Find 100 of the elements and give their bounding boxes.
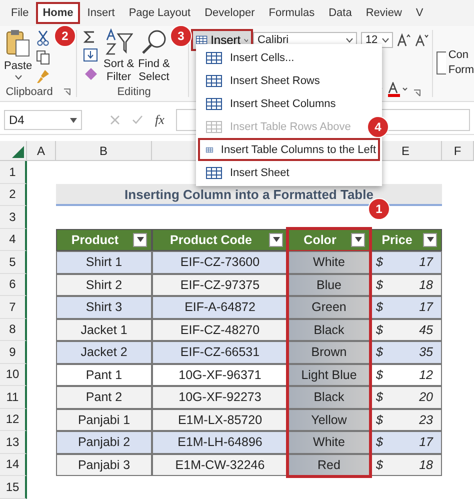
caret-icon[interactable] [346,38,354,42]
table-cell: E1M-LH-64896 [152,431,288,454]
paste-label[interactable]: Paste [4,60,32,73]
row-header[interactable]: 9 [0,341,27,364]
table-cell: E1M-LX-85720 [152,408,288,431]
table-cell: 10G-XF-92273 [152,386,288,408]
scissors-icon[interactable] [36,30,50,46]
group-label: Clipboard [6,86,53,98]
fill-down-icon[interactable] [83,48,100,62]
table-cell: E1M-CW-32246 [152,454,288,476]
caret-icon[interactable] [426,237,434,242]
row-header[interactable]: 2 [0,184,27,206]
sheet-title: Inserting Column into a Formatted Table [56,184,442,206]
group-label: Editing [117,86,151,98]
clipboard-icon[interactable] [5,28,32,58]
table-cell: Yellow [288,408,370,431]
table-cell: $ 17 [370,296,442,318]
column-header[interactable]: B [56,141,152,161]
table-cell: Shirt 3 [56,296,152,318]
table-cell: Blue [288,274,370,296]
menu-item[interactable]: Insert Sheet Rows [198,69,324,92]
search-icon[interactable] [140,28,168,56]
sort-filter-icon[interactable] [104,28,133,56]
row-header[interactable]: 12 [0,408,27,431]
table-cell: Panjabi 2 [56,431,152,454]
sort-filter-label[interactable]: Sort & Filter [103,58,134,84]
row-header[interactable]: 10 [0,364,27,386]
table-cell: Brown [288,341,370,364]
row-header[interactable]: 4 [0,228,27,251]
menu-item[interactable]: Insert Sheet Columns [198,92,340,115]
table-cell: Shirt 1 [56,251,152,274]
table-cell: Black [288,386,370,408]
shrink-font-icon[interactable] [415,33,430,47]
table-cell: EIF-A-64872 [152,296,288,318]
table-cell: White [288,431,370,454]
filter-button[interactable] [351,232,365,247]
menu-item[interactable]: Insert Table Columns to the Left [198,138,380,161]
caret-icon[interactable] [272,237,280,242]
dialog-launcher-icon[interactable] [413,89,422,97]
ribbon-tab[interactable]: Home [36,2,80,24]
row-header[interactable]: 3 [0,206,27,228]
caret-icon[interactable] [14,75,22,80]
row-header[interactable]: 13 [0,431,27,454]
column-header[interactable]: F [442,141,474,161]
table-cell: Black [288,318,370,341]
conditional-formatting-label[interactable]: Con Form [448,48,474,78]
row-header[interactable]: 14 [0,454,27,476]
row-header[interactable]: 15 [0,476,27,498]
row-header[interactable]: 7 [0,296,27,318]
table-cell: EIF-CZ-97375 [152,274,288,296]
table-cell: $ 20 [370,386,442,408]
ribbon-tab[interactable]: Insert [80,2,122,24]
caret-icon[interactable] [244,38,248,42]
header-label: Product [70,232,120,247]
table-cell: Green [288,296,370,318]
ribbon-tab[interactable]: Data [322,2,359,24]
select-all-icon[interactable] [12,146,24,158]
caret-icon[interactable] [382,38,390,42]
menu-item[interactable]: Insert Sheet [198,161,294,184]
table-cell: EIF-CZ-73600 [152,251,288,274]
column-header[interactable]: A [27,141,56,161]
name-box[interactable]: D4 [4,110,82,130]
ribbon-tab[interactable]: V [408,2,430,24]
ribbon-tab[interactable]: Review [358,2,409,24]
table-cell: Shirt 2 [56,274,152,296]
filter-button[interactable] [269,232,283,247]
row-header[interactable]: 11 [0,386,27,408]
table-cell: Panjabi 3 [56,454,152,476]
table-cell: $ 35 [370,341,442,364]
find-select-label[interactable]: Find & Select [138,58,170,84]
ribbon-tab[interactable]: Formulas [262,2,322,24]
font-color-icon[interactable] [387,82,410,98]
header-label: Color [302,232,338,247]
row-header[interactable]: 6 [0,274,27,296]
caret-icon[interactable] [354,237,362,242]
grow-font-icon[interactable] [397,33,412,47]
copy-icon[interactable] [36,50,50,65]
table-cell: 10G-XF-96371 [152,364,288,386]
ribbon-tab[interactable]: Page Layout [122,2,198,24]
table-cell: Pant 2 [56,386,152,408]
row-header[interactable]: 8 [0,318,27,341]
table-cell: Jacket 1 [56,318,152,341]
ribbon-tab[interactable]: File [4,2,36,24]
filter-button[interactable] [133,232,147,247]
table-cell: $ 17 [370,251,442,274]
eraser-icon[interactable] [83,66,100,80]
ribbon-tab[interactable]: Developer [198,2,262,24]
caret-icon[interactable] [136,237,144,242]
step-badge: 1 [368,198,390,220]
table-cell: White [288,251,370,274]
insert-function-button[interactable]: fx [155,112,164,128]
row-header[interactable]: 1 [0,161,27,184]
row-header[interactable]: 5 [0,251,27,274]
header-label: Price [380,232,414,247]
caret-icon[interactable] [70,118,77,122]
table-cell: EIF-CZ-66531 [152,341,288,364]
table-cell: $ 12 [370,364,442,386]
table-cell: Pant 1 [56,364,152,386]
filter-button[interactable] [423,232,437,247]
dialog-launcher-icon[interactable] [62,88,71,96]
